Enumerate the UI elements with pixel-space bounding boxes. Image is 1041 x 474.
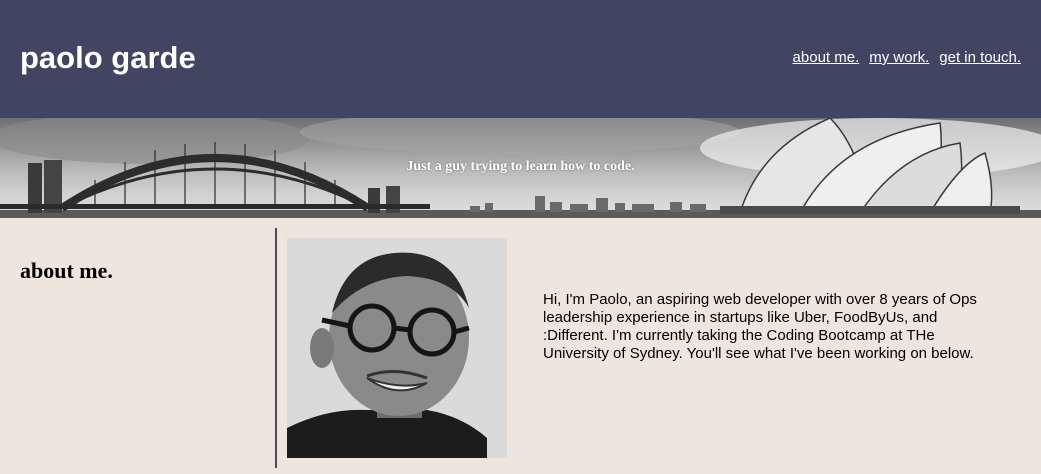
section-divider — [275, 228, 277, 468]
nav-link-get-in-touch[interactable]: get in touch. — [939, 49, 1021, 66]
hero-tagline: Just a guy trying to learn how to code. — [406, 159, 635, 174]
about-bio: Hi, I'm Paolo, an aspiring web developer… — [543, 291, 977, 362]
main-nav: about me. my work. get in touch. — [793, 49, 1021, 66]
site-header: paolo garde about me. my work. get in to… — [0, 0, 1041, 118]
about-heading: about me. — [20, 258, 113, 283]
profile-photo — [287, 238, 507, 458]
nav-link-my-work[interactable]: my work. — [869, 49, 929, 66]
hero-banner: Just a guy trying to learn how to code. — [0, 118, 1041, 218]
nav-link-about-me[interactable]: about me. — [793, 49, 860, 66]
site-brand[interactable]: paolo garde — [20, 40, 196, 76]
